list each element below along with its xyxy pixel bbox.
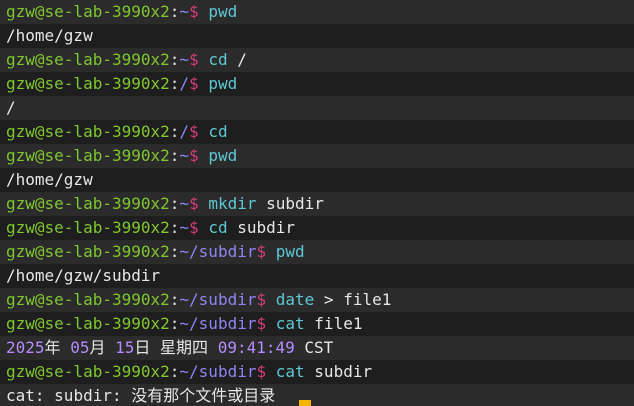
command-name: mkdir (208, 194, 257, 213)
prompt-colon: : (169, 122, 180, 141)
terminal-line: gzw@se-lab-3990x2:/$ cd (0, 120, 634, 144)
prompt-symbol: $ (189, 2, 199, 21)
prompt-user-host: gzw@se-lab-3990x2 (6, 74, 170, 93)
command-args: subdir (314, 362, 373, 381)
prompt-colon: : (169, 314, 180, 333)
prompt-user-host: gzw@se-lab-3990x2 (6, 122, 170, 141)
prompt-directory: / (179, 122, 190, 141)
prompt-directory: ~/subdir (179, 290, 257, 309)
prompt-colon: : (169, 362, 180, 381)
prompt-user-host: gzw@se-lab-3990x2 (6, 362, 170, 381)
terminal-line: gzw@se-lab-3990x2:~$ cd subdir (0, 216, 634, 240)
terminal-line: /home/gzw (0, 24, 634, 48)
terminal-cursor (299, 400, 311, 406)
command-args: subdir (266, 194, 324, 213)
prompt-colon: : (169, 194, 180, 213)
terminal-line: cat: subdir: 没有那个文件或目录 (0, 384, 634, 406)
prompt-symbol: $ (256, 362, 267, 381)
command-name: pwd (208, 2, 238, 21)
error-target: subdir (54, 386, 112, 405)
command-output: /home/gzw (6, 26, 93, 45)
terminal-line: gzw@se-lab-3990x2:~/subdir$ pwd (0, 240, 634, 264)
command-args: > file1 (323, 290, 392, 309)
prompt-user-host: gzw@se-lab-3990x2 (6, 242, 170, 261)
date-day-suffix: 日 (134, 338, 151, 357)
date-month: 05 (70, 338, 90, 357)
date-timezone: CST (304, 338, 334, 357)
prompt-colon: : (169, 146, 180, 165)
terminal-line: 2025年 05月 15日 星期四 09:41:49 CST (0, 336, 634, 360)
error-prefix: cat (6, 386, 35, 405)
terminal-line: gzw@se-lab-3990x2:~$ cd / (0, 48, 634, 72)
prompt-symbol: $ (189, 146, 199, 165)
terminal-line: gzw@se-lab-3990x2:~/subdir$ cat file1 (0, 312, 634, 336)
command-name: pwd (208, 146, 238, 165)
terminal-line: gzw@se-lab-3990x2:~$ mkdir subdir (0, 192, 634, 216)
prompt-symbol: $ (189, 50, 199, 69)
command-output: /home/gzw/subdir (6, 266, 161, 285)
prompt-user-host: gzw@se-lab-3990x2 (6, 146, 170, 165)
command-name: cd (208, 122, 228, 141)
command-name: cat (275, 362, 305, 381)
prompt-user-host: gzw@se-lab-3990x2 (6, 290, 170, 309)
command-name: cd (208, 50, 228, 69)
command-args: / (237, 50, 247, 69)
command-name: pwd (208, 74, 238, 93)
terminal-line: /home/gzw/subdir (0, 264, 634, 288)
prompt-symbol: $ (256, 314, 267, 333)
command-name: pwd (275, 242, 305, 261)
prompt-symbol: $ (189, 122, 199, 141)
date-year: 2025 (6, 338, 45, 357)
prompt-user-host: gzw@se-lab-3990x2 (6, 50, 170, 69)
prompt-user-host: gzw@se-lab-3990x2 (6, 218, 170, 237)
prompt-directory: ~/subdir (179, 314, 257, 333)
prompt-symbol: $ (256, 242, 267, 261)
command-name: cd (208, 218, 228, 237)
terminal-line: / (0, 96, 634, 120)
prompt-user-host: gzw@se-lab-3990x2 (6, 194, 170, 213)
command-name: cat (275, 314, 305, 333)
prompt-symbol: $ (189, 74, 199, 93)
prompt-directory: ~ (179, 146, 190, 165)
command-output: /home/gzw (6, 170, 93, 189)
command-name: date (275, 290, 315, 309)
terminal-line: gzw@se-lab-3990x2:~$ pwd (0, 144, 634, 168)
prompt-symbol: $ (189, 218, 199, 237)
prompt-directory: ~ (179, 2, 190, 21)
prompt-directory: ~ (179, 194, 190, 213)
prompt-colon: : (169, 218, 180, 237)
terminal-window[interactable]: gzw@se-lab-3990x2:~$ pwd/home/gzw gzw@se-… (0, 0, 634, 406)
prompt-user-host: gzw@se-lab-3990x2 (6, 314, 170, 333)
prompt-colon: : (169, 290, 180, 309)
date-year-suffix: 年 (44, 338, 61, 357)
date-weekday: 星期四 (160, 338, 209, 357)
command-args: file1 (314, 314, 363, 333)
prompt-colon: : (169, 242, 180, 261)
prompt-symbol: $ (189, 194, 199, 213)
terminal-line: gzw@se-lab-3990x2:~/subdir$ cat subdir (0, 360, 634, 384)
prompt-directory: ~/subdir (179, 242, 257, 261)
prompt-directory: ~ (179, 218, 190, 237)
terminal-line: gzw@se-lab-3990x2:/$ pwd (0, 72, 634, 96)
prompt-colon: : (169, 50, 180, 69)
terminal-line: gzw@se-lab-3990x2:~/subdir$ date > file1 (0, 288, 634, 312)
prompt-directory: / (179, 74, 190, 93)
terminal-line: /home/gzw (0, 168, 634, 192)
command-args: subdir (237, 218, 296, 237)
error-message: 没有那个文件或目录 (131, 386, 276, 405)
prompt-directory: ~ (179, 50, 190, 69)
date-month-suffix: 月 (89, 338, 106, 357)
command-output: / (6, 98, 16, 117)
prompt-colon: : (169, 2, 180, 21)
date-time: 09:41:49 (217, 338, 295, 357)
prompt-directory: ~/subdir (179, 362, 257, 381)
terminal-line: gzw@se-lab-3990x2:~$ pwd (0, 0, 634, 24)
prompt-symbol: $ (256, 290, 267, 309)
prompt-user-host: gzw@se-lab-3990x2 (6, 2, 170, 21)
date-day: 15 (115, 338, 135, 357)
prompt-colon: : (169, 74, 180, 93)
